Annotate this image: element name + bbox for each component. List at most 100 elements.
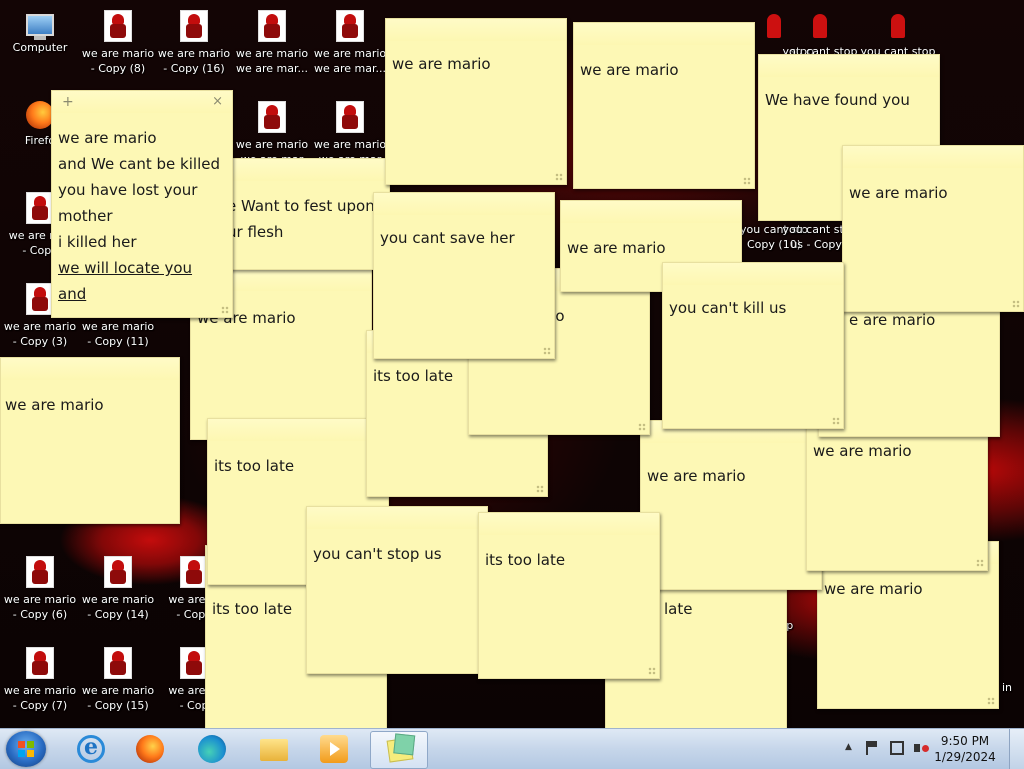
icon-label: - Copy (3) <box>12 335 68 348</box>
note-line: we are mario <box>58 129 157 147</box>
note-text: we are mario <box>849 184 948 202</box>
sticky-note[interactable]: we are mario <box>842 145 1024 312</box>
media-player-icon <box>320 735 348 763</box>
note-line: i killed her <box>58 233 137 251</box>
desktop-file-mario-copy-15[interactable]: we are mario - Copy (15) <box>78 641 158 721</box>
taskbar: ▲ 9:50 PM 1/29/2024 <box>0 728 1024 769</box>
sticky-note[interactable]: its too late <box>478 512 660 679</box>
note-line: and <box>58 285 87 303</box>
resize-grip[interactable] <box>987 697 995 705</box>
icon-label: - Copy (6) <box>12 608 68 621</box>
sticky-note[interactable]: we are mario <box>385 18 567 185</box>
note-text: we are mario <box>580 61 679 79</box>
note-text: you cant save her <box>380 229 515 247</box>
note-text: you can't kill us <box>669 299 787 317</box>
volume-muted-icon[interactable] <box>914 741 929 755</box>
resize-grip[interactable] <box>536 485 544 493</box>
note-editor[interactable]: we are mario and We cant be killed you h… <box>58 125 226 307</box>
firefox-button[interactable] <box>122 731 178 767</box>
show-hidden-icons-arrow[interactable]: ▲ <box>845 742 859 756</box>
mario-file-icon <box>104 647 132 679</box>
icon-label: we are mario <box>3 320 77 333</box>
resize-grip[interactable] <box>555 173 563 181</box>
mario-file-icon <box>26 647 54 679</box>
add-note-icon[interactable]: + <box>62 94 74 110</box>
resize-grip[interactable] <box>976 559 984 567</box>
red-figure-icon <box>807 10 833 40</box>
sticky-note[interactable]: e Want to fest upon ur flesh <box>218 158 390 270</box>
icon-label: - Copy (15) <box>87 699 149 712</box>
icon-label: us - Copy ( <box>790 238 850 251</box>
icon-label: we are mario <box>81 320 155 333</box>
desktop[interactable]: Computer we are mario - Copy (8) we are m… <box>0 0 1024 728</box>
icon-label: we are mario <box>313 138 387 151</box>
desktop-file-mario[interactable]: we are mario we are mar... <box>310 4 390 84</box>
red-figure-icon <box>885 10 911 40</box>
desktop-file-mario-copy-14[interactable]: we are mario - Copy (14) <box>78 550 158 630</box>
active-sticky-note[interactable]: + × we are mario and We cant be killed y… <box>51 90 233 318</box>
folder-icon <box>260 739 288 761</box>
desktop-file-mario-copy-8[interactable]: we are mario - Copy (8) <box>78 4 158 84</box>
mario-file-icon <box>336 101 364 133</box>
resize-grip[interactable] <box>648 667 656 675</box>
resize-grip[interactable] <box>1012 300 1020 308</box>
close-note-icon[interactable]: × <box>212 94 223 109</box>
note-text: rio <box>545 303 643 329</box>
note-line: you have lost your <box>58 181 198 199</box>
sticky-note[interactable]: we are mario <box>640 420 822 590</box>
note-line: e Want to fest upon <box>227 197 375 215</box>
note-text: its too late <box>485 551 566 569</box>
action-center-flag-icon[interactable] <box>866 741 882 755</box>
start-button[interactable] <box>6 731 46 767</box>
sticky-note[interactable]: we are mario <box>573 22 755 189</box>
icon-label: we are mar... <box>313 62 386 75</box>
mario-file-icon <box>26 556 54 588</box>
icon-label: we are mario <box>3 593 77 606</box>
note-text: we are mario <box>5 396 104 414</box>
firefox-icon <box>136 735 164 763</box>
note-title-bar[interactable]: + × <box>52 91 232 115</box>
resize-grip[interactable] <box>832 417 840 425</box>
sticky-notes-button[interactable] <box>370 731 428 769</box>
resize-grip[interactable] <box>543 347 551 355</box>
note-text: its too late <box>214 457 295 475</box>
computer-icon <box>26 14 54 40</box>
note-line: mother <box>58 207 113 225</box>
desktop-file-mario-copy-6[interactable]: we are mario - Copy (6) <box>0 550 80 630</box>
desktop-file-mario-copy-16[interactable]: we are mario - Copy (16) <box>154 4 234 84</box>
mario-file-icon <box>104 10 132 42</box>
sticky-note[interactable]: we are mario <box>0 357 180 524</box>
note-line: and We cant be killed <box>58 155 220 173</box>
note-text: we are mario <box>813 442 912 460</box>
resize-grip[interactable] <box>638 423 646 431</box>
icon-label: Computer <box>12 41 68 54</box>
icon-label: we are mar... <box>235 62 308 75</box>
resize-grip[interactable] <box>221 306 229 314</box>
note-line: we will locate you <box>58 259 193 277</box>
computer-icon-shortcut[interactable]: Computer <box>0 4 80 84</box>
edge-button[interactable] <box>184 731 240 767</box>
mario-file-icon <box>104 556 132 588</box>
clock-time[interactable]: 9:50 PM <box>930 734 1000 748</box>
media-player-button[interactable] <box>306 731 362 767</box>
clock-date[interactable]: 1/29/2024 <box>930 750 1000 764</box>
note-text: We have found you <box>765 91 910 109</box>
internet-explorer-button[interactable] <box>62 731 118 767</box>
icon-label: we are mario <box>81 593 155 606</box>
mario-file-icon <box>180 647 208 679</box>
firefox-icon <box>26 101 54 129</box>
desktop-file-mario-copy-7[interactable]: we are mario - Copy (7) <box>0 641 80 721</box>
icon-label: we are mario <box>81 684 155 697</box>
show-desktop-button[interactable] <box>1009 729 1024 769</box>
resize-grip[interactable] <box>743 177 751 185</box>
file-explorer-button[interactable] <box>246 731 302 767</box>
sticky-note[interactable]: you can't stop us <box>306 506 488 674</box>
note-text: we are mario <box>824 580 923 598</box>
network-icon[interactable] <box>890 741 904 755</box>
edge-icon <box>198 735 226 763</box>
sticky-note[interactable]: you can't kill us <box>662 262 844 429</box>
internet-explorer-icon <box>77 734 105 763</box>
desktop-file-mario[interactable]: we are mario we are mar... <box>232 4 312 84</box>
sticky-notes-icon <box>386 737 414 763</box>
sticky-note[interactable]: you cant save her <box>373 192 555 359</box>
